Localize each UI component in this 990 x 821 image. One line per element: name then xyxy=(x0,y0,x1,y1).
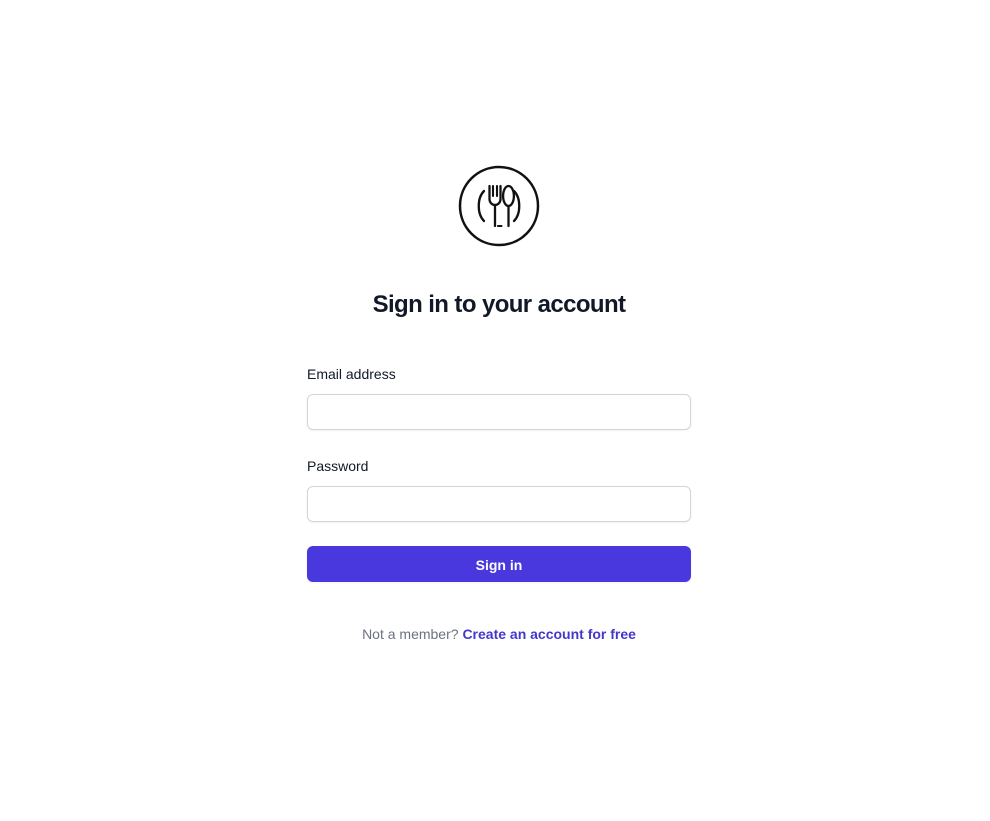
password-input[interactable] xyxy=(307,486,691,522)
page-title: Sign in to your account xyxy=(372,291,626,318)
plate-fork-spoon-icon xyxy=(458,165,540,247)
sign-in-page: Sign in to your account Email address Pa… xyxy=(0,0,990,821)
app-logo xyxy=(458,165,540,247)
email-input[interactable] xyxy=(307,394,691,430)
password-field-group: Password xyxy=(307,456,691,522)
sign-in-button[interactable]: Sign in xyxy=(307,546,691,582)
email-label: Email address xyxy=(307,366,396,382)
password-label: Password xyxy=(307,458,369,474)
sign-in-form: Email address Password Sign in xyxy=(307,364,691,582)
signup-prompt-text: Not a member? xyxy=(362,626,459,642)
signup-prompt-row: Not a member? Create an account for free xyxy=(0,624,990,644)
create-account-link[interactable]: Create an account for free xyxy=(462,626,636,642)
email-field-group: Email address xyxy=(307,364,691,430)
